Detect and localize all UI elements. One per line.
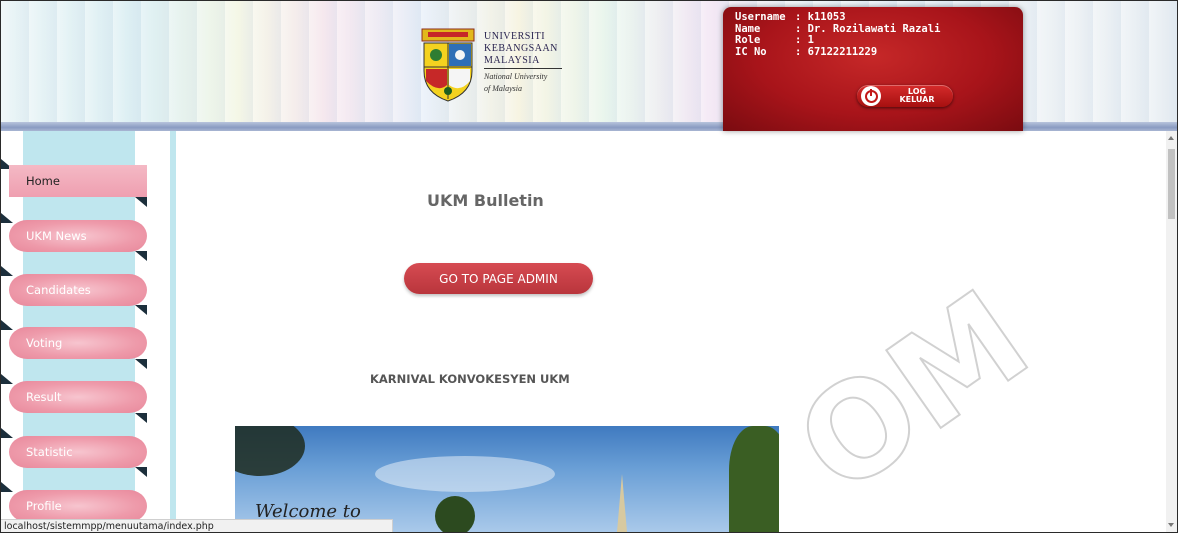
ic-value: : 67122211229 xyxy=(795,45,878,58)
role-row: Role : 1 xyxy=(735,34,940,47)
photo-cloud xyxy=(375,456,555,492)
role-label: Role xyxy=(735,34,761,46)
vertical-scrollbar[interactable] xyxy=(1166,131,1177,532)
nav-corner-decoration xyxy=(135,467,147,477)
sidebar-item-label: Result xyxy=(26,390,62,404)
sidebar-item-label: Profile xyxy=(26,499,62,513)
sidebar-nav: Home UKM News Candidates Voting Result S… xyxy=(1,131,171,532)
ic-row: IC No : 67122211229 xyxy=(735,45,940,59)
logo-rule xyxy=(484,68,562,69)
photo-spire xyxy=(617,474,627,532)
sidebar-divider xyxy=(170,131,176,532)
scroll-up-icon[interactable] xyxy=(1168,136,1174,140)
photo-palm xyxy=(435,496,475,532)
browser-viewport: UNIVERSITI KEBANGSAAN MALAYSIA National … xyxy=(0,0,1178,533)
nav-corner-decoration xyxy=(135,413,147,423)
nav-corner-decoration xyxy=(135,251,147,261)
scroll-thumb[interactable] xyxy=(1168,149,1175,219)
section-title: KARNIVAL KONVOKESYEN UKM xyxy=(370,372,570,386)
name-row: Name : Dr. Rozilawati Razali xyxy=(735,22,941,36)
sidebar-item-label: Candidates xyxy=(26,283,91,297)
nav-corner-decoration xyxy=(135,305,147,315)
ic-label: IC No xyxy=(735,45,767,58)
sidebar-item-profile[interactable]: Profile xyxy=(9,490,147,522)
photo-tree xyxy=(729,426,779,532)
sidebar-item-label: UKM News xyxy=(26,229,87,243)
sidebar-item-candidates[interactable]: Candidates xyxy=(9,274,147,306)
username-label: Username xyxy=(735,11,786,23)
username-row: Username : k11053 xyxy=(735,11,940,24)
logout-label: LOG KELUAR xyxy=(887,88,947,104)
power-icon xyxy=(861,86,881,106)
main-content: UKM Bulletin GO TO PAGE ADMIN KARNIVAL K… xyxy=(177,131,1167,532)
sidebar-item-voting[interactable]: Voting xyxy=(9,327,147,359)
ukm-logo[interactable]: UNIVERSITI KEBANGSAAN MALAYSIA National … xyxy=(418,27,568,103)
go-to-admin-button[interactable]: GO TO PAGE ADMIN xyxy=(404,263,593,294)
username-value: : k11053 xyxy=(795,11,846,23)
logo-line-3: MALAYSIA xyxy=(484,55,540,66)
logout-button[interactable]: LOG KELUAR xyxy=(857,85,953,107)
logo-sub-1: National University xyxy=(484,72,548,81)
sidebar-item-label: Home xyxy=(26,174,60,188)
logo-wordmark: UNIVERSITI KEBANGSAAN MALAYSIA National … xyxy=(484,31,562,93)
convocation-photo: Welcome to xyxy=(235,426,779,532)
status-bar-url: localhost/sistemmpp/menuutama/index.php xyxy=(1,519,393,532)
sidebar-item-home[interactable]: Home xyxy=(9,165,147,197)
photo-tree xyxy=(235,426,305,476)
logo-line-1: UNIVERSITI xyxy=(484,31,546,42)
nav-corner-decoration xyxy=(135,359,147,369)
nav-corner-decoration xyxy=(135,197,147,207)
logo-line-2: KEBANGSAAN xyxy=(484,43,558,54)
sidebar-item-label: Statistic xyxy=(26,445,73,459)
ukm-crest-icon xyxy=(421,28,475,102)
sidebar-item-label: Voting xyxy=(26,336,63,350)
user-details: Username : k11053 Name : Dr. Rozilawati … xyxy=(735,11,941,59)
name-value: : Dr. Rozilawati Razali xyxy=(795,22,941,35)
scroll-down-icon[interactable] xyxy=(1168,523,1174,527)
role-value: : 1 xyxy=(795,34,814,46)
logout-label-line-2: KELUAR xyxy=(899,95,935,104)
sidebar-item-result[interactable]: Result xyxy=(9,381,147,413)
user-info-panel: Username : k11053 Name : Dr. Rozilawati … xyxy=(723,7,1023,131)
sidebar-item-statistic[interactable]: Statistic xyxy=(9,436,147,468)
logo-sub-2: of Malaysia xyxy=(484,84,522,93)
page-title: UKM Bulletin xyxy=(427,191,544,210)
sidebar-item-ukm-news[interactable]: UKM News xyxy=(9,220,147,252)
